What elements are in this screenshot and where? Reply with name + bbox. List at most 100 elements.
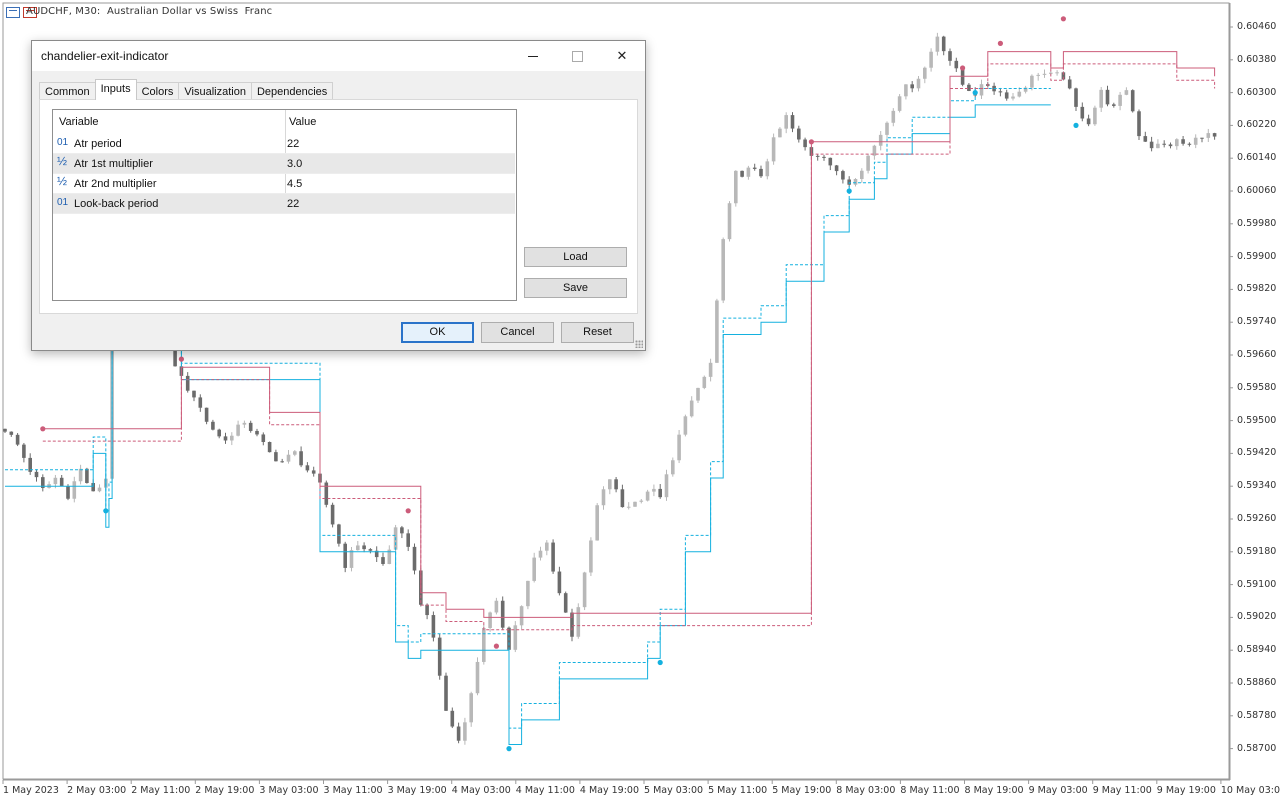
candle bbox=[872, 144, 877, 160]
long-signal-dot bbox=[506, 746, 512, 752]
candle bbox=[671, 457, 675, 477]
candle bbox=[204, 407, 209, 425]
candle-body bbox=[538, 550, 543, 558]
candle-body bbox=[998, 91, 1003, 93]
tab-visualization[interactable]: Visualization bbox=[178, 82, 252, 100]
time-tick-label: 1 May 2023 bbox=[3, 785, 59, 796]
candle bbox=[192, 390, 196, 402]
tab-common[interactable]: Common bbox=[39, 82, 96, 100]
price-tick-label: 0.58940 bbox=[1237, 644, 1277, 656]
input-row-atr-period[interactable]: 01 Atr period 22 bbox=[53, 134, 515, 154]
candle bbox=[1175, 138, 1179, 150]
candle bbox=[797, 125, 801, 143]
resize-grip-icon[interactable] bbox=[635, 340, 643, 348]
price-tick-label: 0.59580 bbox=[1237, 381, 1277, 393]
candle-body bbox=[576, 607, 581, 637]
candle-body bbox=[878, 134, 883, 146]
dialog-titlebar[interactable]: chandelier-exit-indicator ✕ bbox=[32, 41, 645, 71]
candle-body bbox=[248, 422, 253, 431]
candle bbox=[343, 541, 347, 573]
candle-body bbox=[299, 451, 303, 466]
dialog-tabs: Common Inputs Colors Visualization Depen… bbox=[39, 79, 334, 100]
candle bbox=[1112, 102, 1116, 108]
chart-menu-icon[interactable] bbox=[6, 7, 20, 18]
candle bbox=[1143, 131, 1148, 143]
close-button[interactable]: ✕ bbox=[599, 41, 645, 71]
candle-body bbox=[614, 479, 618, 490]
input-value[interactable]: 22 bbox=[287, 198, 299, 210]
candle-body bbox=[293, 451, 297, 455]
candle bbox=[34, 469, 39, 482]
candle bbox=[15, 433, 20, 447]
candle-body bbox=[204, 407, 209, 422]
input-value[interactable]: 22 bbox=[287, 138, 299, 150]
column-header-variable[interactable]: Variable bbox=[59, 116, 99, 128]
minimize-button[interactable] bbox=[510, 41, 556, 71]
candle bbox=[280, 458, 284, 463]
candle bbox=[469, 691, 473, 727]
candle bbox=[538, 546, 543, 561]
candle bbox=[1212, 132, 1217, 140]
candle-body bbox=[500, 600, 505, 628]
input-row-atr-2nd-multiplier[interactable]: ½ Atr 2nd multiplier 4.5 bbox=[53, 174, 515, 194]
candle-body bbox=[494, 600, 499, 613]
candle-body bbox=[1086, 118, 1091, 125]
time-tick-label: 3 May 11:00 bbox=[323, 785, 383, 796]
reset-button[interactable]: Reset bbox=[561, 322, 634, 343]
maximize-button[interactable] bbox=[554, 41, 600, 71]
candle-body bbox=[53, 477, 58, 485]
candle bbox=[1004, 89, 1009, 101]
ok-button[interactable]: OK bbox=[401, 322, 474, 343]
candle-body bbox=[828, 157, 833, 166]
candle bbox=[526, 580, 530, 610]
candle-body bbox=[608, 479, 612, 490]
candle bbox=[1130, 89, 1135, 113]
candle bbox=[941, 35, 946, 56]
candle-body bbox=[866, 155, 870, 171]
candle bbox=[595, 503, 599, 541]
candle bbox=[834, 164, 839, 176]
candle bbox=[425, 603, 429, 620]
candle bbox=[916, 76, 921, 92]
time-tick-label: 5 May 03:00 bbox=[644, 785, 704, 796]
load-button[interactable]: Load bbox=[524, 247, 627, 267]
candle-body bbox=[595, 505, 599, 541]
candle bbox=[1011, 93, 1015, 101]
input-row-atr-1st-multiplier[interactable]: ½ Atr 1st multiplier 3.0 bbox=[53, 154, 515, 174]
save-button[interactable]: Save bbox=[524, 278, 627, 298]
column-header-value[interactable]: Value bbox=[289, 116, 316, 128]
chart-title: AUDCHF, M30: Australian Dollar vs Swiss … bbox=[26, 6, 273, 17]
candle bbox=[545, 540, 549, 556]
candle bbox=[1124, 87, 1129, 96]
candle-body bbox=[1162, 143, 1166, 145]
tab-inputs[interactable]: Inputs bbox=[94, 79, 137, 100]
candle bbox=[1042, 69, 1047, 78]
candle-body bbox=[412, 546, 417, 571]
tab-colors[interactable]: Colors bbox=[135, 82, 180, 100]
tab-dependencies[interactable]: Dependencies bbox=[250, 82, 334, 100]
input-row-look-back-period[interactable]: 01 Look-back period 22 bbox=[53, 194, 515, 214]
candle bbox=[847, 176, 851, 188]
candle bbox=[456, 722, 461, 744]
input-value[interactable]: 4.5 bbox=[287, 178, 302, 190]
cancel-button[interactable]: Cancel bbox=[481, 322, 554, 343]
candle-body bbox=[223, 436, 228, 441]
candle-body bbox=[626, 506, 631, 508]
candle-body bbox=[633, 501, 637, 507]
price-tick-label: 0.60140 bbox=[1237, 152, 1277, 164]
input-value[interactable]: 3.0 bbox=[287, 158, 302, 170]
candle-body bbox=[368, 549, 373, 551]
candle-body bbox=[765, 161, 770, 177]
candle-body bbox=[242, 422, 247, 425]
candle-body bbox=[923, 67, 927, 79]
candle-body bbox=[1212, 133, 1217, 137]
candle bbox=[450, 707, 455, 729]
close-icon: ✕ bbox=[616, 48, 628, 63]
double-type-icon: ½ bbox=[57, 154, 68, 168]
candle-body bbox=[34, 471, 39, 478]
candle bbox=[759, 165, 763, 178]
candle bbox=[494, 597, 499, 615]
candle-body bbox=[1143, 136, 1148, 142]
candle-body bbox=[904, 84, 908, 97]
candle bbox=[1105, 85, 1110, 107]
